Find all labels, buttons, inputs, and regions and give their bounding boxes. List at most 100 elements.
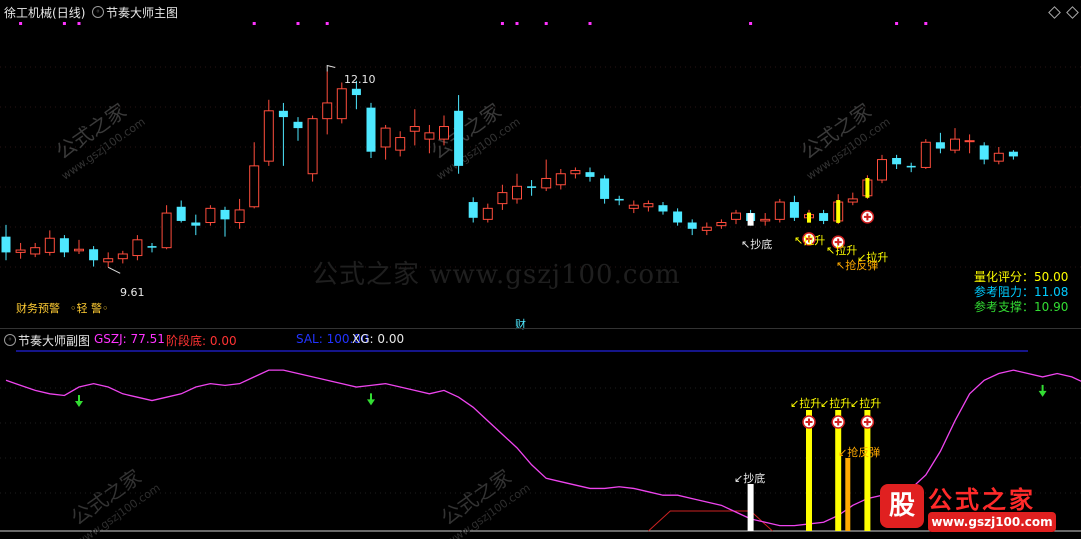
candle-body [293,121,303,129]
xg-value: 0.00 [377,332,405,346]
sub-watermark-layer: 公式之家www.gszj100.com 公式之家www.gszj100.com [66,464,532,539]
candle-body [1,236,11,253]
candle [570,167,581,179]
candle-body [673,211,683,223]
candle-body [395,137,406,151]
candle-body [322,102,333,120]
sub-chart-header: ◦ 节奏大师副图 GSZJ: 77.51 阶段底: 0.00 SAL: 100.… [0,328,1081,349]
main-qiangfantan-text: 抢反弹 [845,259,879,272]
sub-chaodi-text: 抄底 [743,472,766,485]
watermark: 公式之家www.gszj100.com [51,98,147,182]
financial-warning-label: 财务预警 [16,302,60,315]
pink-marker [325,22,329,25]
candle [512,173,522,204]
candle-body [424,132,435,140]
candle-body [176,206,186,221]
candle [774,198,785,223]
sub-lasheng-text-3: 拉升 [859,397,882,410]
candle-body [380,127,391,148]
sub-indicator-name[interactable]: 节奏大师副图 [18,332,90,349]
stock-name: 徐工机械 [4,6,53,20]
candle [600,175,610,204]
main-indicator-name[interactable]: 节奏大师主图 [106,4,178,21]
candle-body [628,204,639,209]
candle-body [993,152,1004,162]
sub-qiangfantan-text: 抢反弹 [847,446,881,459]
sub-chart-panel[interactable]: 公式之家 www.gszj100.com 公式之家 www.gszj100.com ↙… [0,348,1081,539]
pink-marker [296,22,300,25]
candle-body [819,213,829,221]
sub-lasheng-text-2: 拉升 [829,397,852,410]
pink-marker [252,22,256,25]
candle-body [614,198,624,201]
candle-body [59,238,69,253]
candle-body [512,185,522,200]
candle-body [307,118,318,175]
candle-body [234,209,245,224]
candle-body [351,88,361,96]
candle-body [15,249,26,253]
sub-qiangfantan-label: ↙抢反弹 [838,446,881,459]
gszj-value: 77.51 [130,332,165,346]
sub-indicator-menu-icon[interactable]: ◦ [4,334,16,346]
high-pointer [326,64,336,72]
candle-body [89,249,99,261]
candle [541,159,552,192]
candle [191,214,201,236]
resistance-row: 参考阻力：11.08 [974,285,1068,300]
candle-body [701,226,712,231]
pink-marker [515,22,519,25]
candle-body [760,218,771,222]
candle [293,117,303,141]
restore-diamond-icon[interactable] [1066,6,1079,19]
down-arrow-head [1038,390,1047,397]
candle [585,167,595,182]
candle-body [1008,151,1018,157]
candle-body [30,247,41,255]
candle [482,203,493,223]
high-price-label: 12.10 [344,73,376,87]
low-pointer [107,266,121,274]
candle-body [979,145,989,160]
candle-body [249,165,260,208]
candle-body [877,159,887,181]
warning-text: 轻 警 [76,302,103,315]
stage-label: 阶段底: [166,334,207,348]
candle [760,213,771,226]
candle [614,195,624,206]
candle [147,242,157,253]
center-watermark: 公式之家 www.gszj100.com [312,260,681,290]
candle [658,202,668,215]
low-price-label: 9.61 [120,286,145,299]
candle [74,239,84,254]
candle [278,102,288,166]
candle-body [541,177,552,189]
stock-period: (日线) [52,6,86,20]
sub-lasheng-label-2: ↙拉升 [820,397,852,410]
site-logo: 股 公式之家 www.gszj100.com [880,478,1078,536]
candle [789,195,799,221]
support-row: 参考支撑：10.90 [974,300,1068,315]
candle-body [454,110,464,166]
candle [906,162,916,173]
candle-body [906,165,916,168]
sub-watermark: 公式之家www.gszj100.com [66,464,162,539]
sub-chaodi-label: ↙抄底 [734,472,766,485]
watermark: 公式之家www.gszj100.com [796,98,892,182]
main-lasheng-text-1: 拉升 [803,234,826,247]
logo-url: www.gszj100.com [928,512,1056,532]
candle [132,235,143,261]
candle [59,235,69,258]
stage-bottom-readout: 阶段底: 0.00 [166,332,237,349]
main-chart-panel[interactable]: 公式之家 www.gszj100.com 公式之家 www.gszj100.com 公式… [0,22,1081,331]
sal-label: SAL: [296,332,323,346]
candle [409,109,420,146]
indicator-menu-icon[interactable]: ◦ [92,6,104,18]
expand-diamond-icon[interactable] [1048,6,1061,19]
stage-bottom-zone [648,510,773,532]
candle-body [117,253,128,260]
stock-title[interactable]: 徐工机械(日线) [4,4,85,21]
candle-body [482,207,493,220]
candle [731,209,741,225]
candle-body [687,222,697,229]
